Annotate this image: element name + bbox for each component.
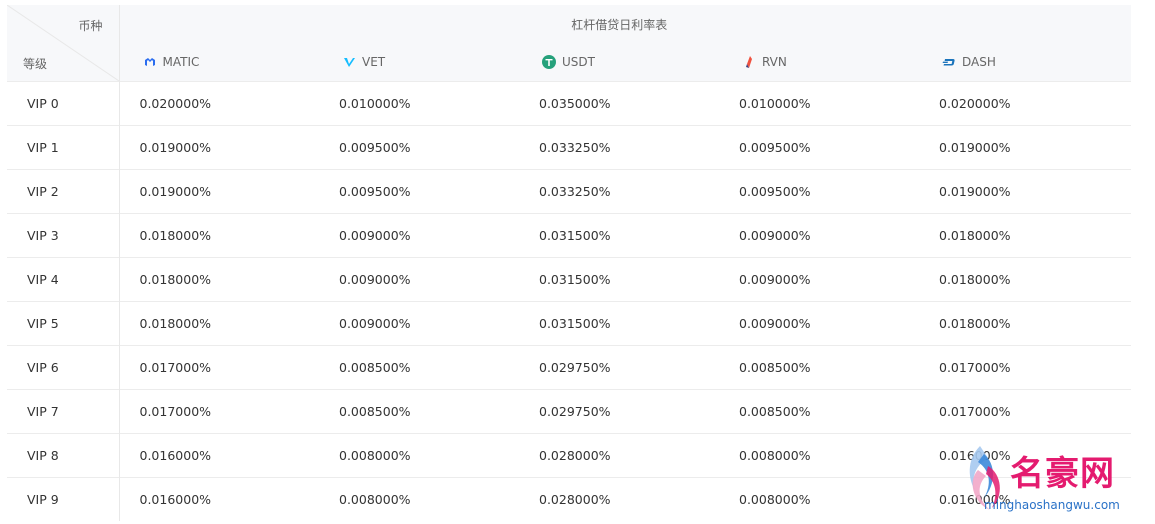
rate-cell: 0.016000% xyxy=(119,477,319,521)
rate-cell: 0.018000% xyxy=(119,257,319,302)
rate-cell: 0.033250% xyxy=(519,125,719,170)
rate-cell: 0.033250% xyxy=(519,169,719,214)
table-row: VIP 2 0.019000% 0.009500% 0.033250% 0.009500… xyxy=(7,169,1143,214)
coin-header-usdt: USDT xyxy=(519,43,719,82)
table-corner-header: 币种 等级 xyxy=(7,5,120,82)
table-row: VIP 4 0.018000% 0.009000% 0.031500% 0.009000… xyxy=(7,257,1143,302)
vip-level: VIP 4 xyxy=(7,257,120,302)
coin-header-rvn: RVN xyxy=(719,43,919,82)
vip-level: VIP 7 xyxy=(7,389,120,434)
rate-cell: 0.029750% xyxy=(519,389,719,434)
rate-cell: 0.018000% xyxy=(919,257,1120,302)
rate-cell: 0.017000% xyxy=(119,389,319,434)
rvn-icon xyxy=(742,55,756,69)
table-title: 杠杆借贷日利率表 xyxy=(119,5,1120,43)
rate-cell: 0.008500% xyxy=(719,345,919,390)
table-row: VIP 7 0.017000% 0.008500% 0.029750% 0.008500… xyxy=(7,389,1143,434)
rate-cell: 0.028000% xyxy=(519,433,719,478)
coin-label: USDT xyxy=(562,54,595,69)
table-row: VIP 3 0.018000% 0.009000% 0.031500% 0.009000… xyxy=(7,213,1143,258)
coin-label: MATIC xyxy=(162,54,200,69)
rate-cell: 0.031500% xyxy=(519,213,719,258)
rate-cell: 0.016000% xyxy=(119,433,319,478)
table-row: VIP 6 0.017000% 0.008500% 0.029750% 0.008500… xyxy=(7,345,1143,390)
vip-level: VIP 1 xyxy=(7,125,120,170)
rate-cell: 0.009500% xyxy=(319,169,519,214)
rate-cell: 0.020000% xyxy=(119,81,319,126)
watermark-brand: 名豪网 xyxy=(1010,454,1115,494)
corner-level-label: 等级 xyxy=(23,57,48,71)
rate-cell: 0.009000% xyxy=(719,301,919,346)
rate-cell: 0.009000% xyxy=(319,257,519,302)
rate-cell: 0.008500% xyxy=(319,389,519,434)
rate-cell: 0.017000% xyxy=(919,389,1120,434)
usdt-icon xyxy=(542,55,556,70)
rate-cell: 0.018000% xyxy=(119,213,319,258)
rate-cell: 0.018000% xyxy=(119,301,319,346)
rate-cell: 0.018000% xyxy=(919,301,1120,346)
rate-cell: 0.029750% xyxy=(519,345,719,390)
vip-level: VIP 9 xyxy=(7,477,120,521)
vip-level: VIP 0 xyxy=(7,81,120,126)
rate-cell: 0.008000% xyxy=(719,477,919,521)
rate-cell: 0.008000% xyxy=(319,433,519,478)
rate-cell: 0.028000% xyxy=(519,477,719,521)
coin-header-dash: DASH xyxy=(919,43,1120,82)
coin-header-vet: VET xyxy=(319,43,519,82)
rate-cell: 0.009500% xyxy=(319,125,519,170)
watermark-url: minghaoshangwu.com xyxy=(984,498,1120,512)
rate-cell: 0.020000% xyxy=(919,81,1120,126)
rate-cell: 0.009000% xyxy=(719,257,919,302)
rate-cell: 0.010000% xyxy=(719,81,919,126)
coin-header-matic: MATIC xyxy=(119,43,319,82)
coin-label: RVN xyxy=(762,54,787,69)
coin-label: DASH xyxy=(962,54,996,69)
vip-level: VIP 2 xyxy=(7,169,120,214)
rate-cell: 0.031500% xyxy=(519,257,719,302)
vip-level: VIP 6 xyxy=(7,345,120,390)
rate-cell: 0.010000% xyxy=(319,81,519,126)
matic-icon xyxy=(143,55,157,69)
dash-icon xyxy=(942,55,956,69)
rate-cell: 0.008000% xyxy=(319,477,519,521)
rate-cell: 0.008500% xyxy=(319,345,519,390)
rate-cell: 0.018000% xyxy=(919,213,1120,258)
rate-cell: 0.035000% xyxy=(519,81,719,126)
rate-cell: 0.019000% xyxy=(919,125,1120,170)
rate-cell: 0.017000% xyxy=(119,345,319,390)
rate-cell: 0.009000% xyxy=(719,213,919,258)
rate-cell: 0.031500% xyxy=(519,301,719,346)
rate-cell: 0.008500% xyxy=(719,389,919,434)
vip-level: VIP 8 xyxy=(7,433,120,478)
table-row: VIP 1 0.019000% 0.009500% 0.033250% 0.009500… xyxy=(7,125,1143,170)
site-watermark: 名豪网 minghaoshangwu.com xyxy=(948,440,1148,520)
table-row: VIP 0 0.020000% 0.010000% 0.035000% 0.010000… xyxy=(7,81,1143,126)
rate-cell: 0.008000% xyxy=(719,433,919,478)
rate-cell: 0.019000% xyxy=(919,169,1120,214)
rate-cell: 0.019000% xyxy=(119,169,319,214)
corner-currency-label: 币种 xyxy=(78,19,103,33)
rate-cell: 0.019000% xyxy=(119,125,319,170)
table-row: VIP 5 0.018000% 0.009000% 0.031500% 0.009000… xyxy=(7,301,1143,346)
coin-label: VET xyxy=(362,54,386,69)
vet-icon xyxy=(342,55,356,69)
rate-cell: 0.009000% xyxy=(319,301,519,346)
rate-cell: 0.009500% xyxy=(719,125,919,170)
rate-cell: 0.009500% xyxy=(719,169,919,214)
vip-level: VIP 3 xyxy=(7,213,120,258)
rate-cell: 0.017000% xyxy=(919,345,1120,390)
rate-cell: 0.009000% xyxy=(319,213,519,258)
vip-level: VIP 5 xyxy=(7,301,120,346)
